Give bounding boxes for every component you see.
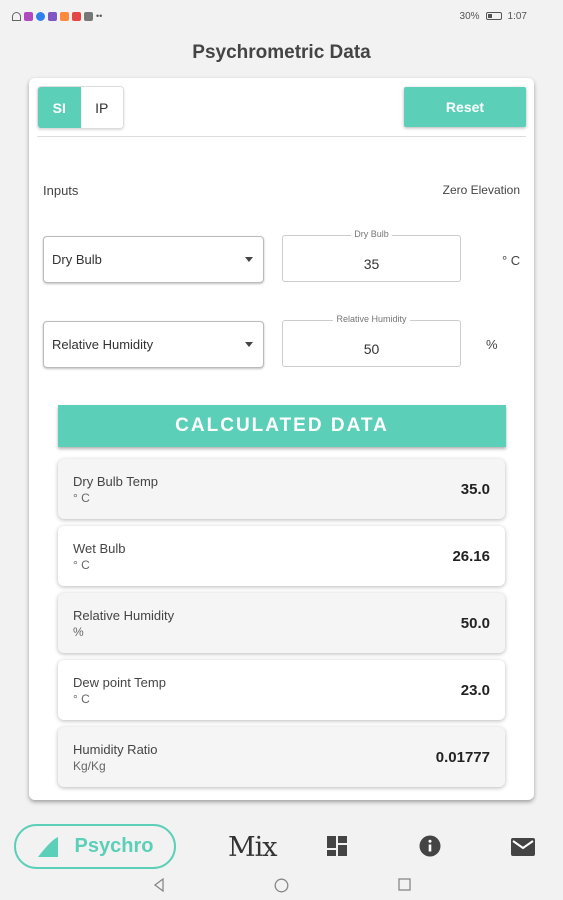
nav-dashboard-button[interactable] [326,835,348,862]
divider [37,136,526,137]
calc-row-name: Humidity Ratio [73,742,158,757]
input-2-select-value: Relative Humidity [52,337,154,352]
calc-row-dry-bulb: Dry Bulb Temp ° C 35.0 [58,459,505,519]
input-2-select[interactable]: Relative Humidity [43,321,264,368]
calc-row-unit: ° C [73,491,90,505]
calc-row-unit: ° C [73,692,90,706]
input-1-field[interactable]: Dry Bulb 35 [282,229,461,282]
nav-psychro-label: Psychro [74,835,154,857]
app-notification-icon [24,11,33,21]
calc-row-value: 26.16 [452,548,490,565]
nav-psychro-button[interactable]: Psychro [14,824,176,869]
psychro-chart-icon [37,836,58,857]
input-1-field-value: 35 [363,256,380,272]
wifi-icon [12,11,21,21]
app-notification-icon [60,11,69,21]
calc-row-value: 50.0 [460,615,490,632]
battery-icon [485,12,502,20]
calculated-data-header: CALCULATED DATA [58,405,506,447]
app-notification-icon [72,11,81,21]
calc-row-dew-point: Dew point Temp ° C 23.0 [58,660,505,720]
calc-row-unit: % [73,625,84,639]
app-notification-icon [36,11,45,21]
calc-row-value: 23.0 [460,682,490,699]
input-1-field-label: Dry Bulb [351,229,392,239]
calc-row-name: Relative Humidity [73,608,175,623]
home-icon [274,878,289,893]
info-icon [419,835,441,857]
calc-row-relative-humidity: Relative Humidity % 50.0 [58,593,505,653]
mail-icon [511,838,535,856]
input-2-field-label: Relative Humidity [333,314,410,324]
app-notification-icon [48,11,57,21]
calc-row-name: Dew point Temp [73,675,166,690]
nav-mix-button[interactable]: Mix [228,832,278,863]
status-bar: •• 30% 1:07 [0,0,563,32]
input-2-field-value: 50 [363,341,380,357]
elevation-label: Zero Elevation [442,183,520,197]
reset-button[interactable]: Reset [404,87,526,127]
notification-icons: •• [12,11,102,21]
ip-unit-button[interactable]: IP [80,87,123,128]
calc-row-unit: Kg/Kg [73,759,106,773]
input-1-select[interactable]: Dry Bulb [43,236,264,283]
battery-percent: 30% [459,10,480,22]
nav-mail-button[interactable] [511,838,535,861]
dashboard-icon [327,836,347,856]
calc-row-name: Wet Bulb [73,541,126,556]
calc-row-value: 0.01777 [435,749,490,766]
inputs-label: Inputs [43,183,79,198]
main-card: SI IP Reset Inputs Zero Elevation Dry Bu… [29,78,534,800]
system-nav-bar [0,874,563,898]
calc-row-wet-bulb: Wet Bulb ° C 26.16 [58,526,505,586]
android-icon [84,11,93,21]
nav-info-button[interactable] [419,835,441,862]
recents-icon [398,878,411,891]
recents-button[interactable] [398,878,411,896]
input-2-unit: % [486,337,498,352]
calc-row-name: Dry Bulb Temp [73,474,159,489]
calc-row-humidity-ratio: Humidity Ratio Kg/Kg 0.01777 [58,727,505,787]
dropdown-caret-icon [245,342,253,347]
input-1-unit: ° C [502,253,521,268]
more-notifications-icon: •• [96,11,103,21]
input-2-field[interactable]: Relative Humidity 50 [282,314,461,367]
si-unit-button[interactable]: SI [38,87,81,128]
dropdown-caret-icon [245,257,253,262]
clock: 1:07 [507,10,527,22]
back-icon [153,877,164,893]
calc-row-value: 35.0 [460,481,490,498]
back-button[interactable] [152,877,166,897]
input-1-select-value: Dry Bulb [52,252,102,267]
calc-row-unit: ° C [73,558,90,572]
page-title: Psychrometric Data [192,42,371,63]
bottom-nav: Psychro Mix [0,818,563,876]
unit-toggle: SI IP [37,86,124,129]
home-button[interactable] [274,878,289,898]
